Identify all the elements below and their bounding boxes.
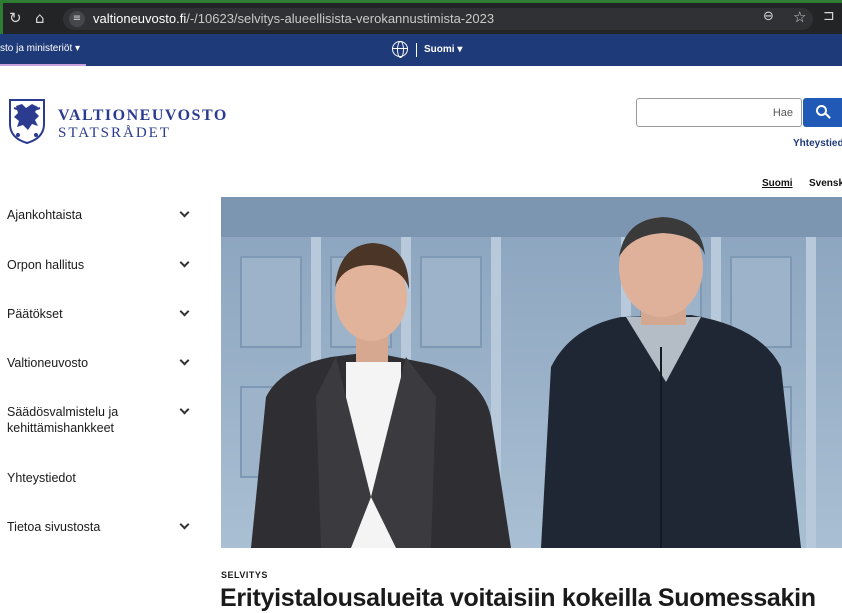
- sidebar-item-label: Päätökset: [7, 307, 63, 321]
- url-text[interactable]: valtioneuvosto.fi/-/10623/selvitys-aluee…: [93, 11, 494, 26]
- star-icon[interactable]: ☆: [793, 8, 806, 26]
- language-selector[interactable]: Suomi ▾: [424, 44, 462, 55]
- browser-toolbar: ↻ ⌂ ≡ valtioneuvosto.fi/-/10623/selvitys…: [0, 0, 842, 34]
- chevron-down-icon[interactable]: [179, 306, 190, 317]
- language-link-finnish[interactable]: Suomi: [762, 178, 793, 189]
- sidebar-item-label: Ajankohtaista: [7, 208, 83, 222]
- sidebar-item-valtioneuvosto[interactable]: Valtioneuvosto: [7, 355, 197, 371]
- reload-icon[interactable]: ↻: [9, 9, 22, 27]
- sidebar-item-orpon-hallitus[interactable]: Orpon hallitus: [7, 257, 197, 273]
- divider: [416, 43, 417, 57]
- site-top-bar: sto ja ministeriöt ▾ Suomi ▾: [0, 34, 842, 66]
- logo-text-swedish[interactable]: STATSRÅDET: [58, 125, 171, 142]
- article-headline: Erityistalousalueita voitaisiin kokeilla…: [220, 584, 816, 612]
- sidebar-item-tietoa-sivustosta[interactable]: Tietoa sivustosta: [7, 519, 197, 535]
- extensions-icon[interactable]: ⊐: [823, 8, 835, 24]
- sidebar-item-ajankohtaista[interactable]: Ajankohtaista: [7, 207, 197, 223]
- chevron-down-icon[interactable]: [179, 257, 190, 268]
- chevron-down-icon[interactable]: [179, 207, 190, 218]
- home-icon[interactable]: ⌂: [35, 9, 45, 27]
- search-button[interactable]: [803, 98, 842, 127]
- coat-of-arms-logo-icon[interactable]: [8, 96, 46, 144]
- sidebar-item-yhteystiedot[interactable]: Yhteystiedot: [7, 470, 197, 486]
- chevron-down-icon[interactable]: [179, 519, 190, 530]
- contact-link[interactable]: Yhteystiedot: [793, 138, 842, 149]
- sites-menu-underline: [0, 64, 86, 66]
- search-input[interactable]: [636, 98, 802, 127]
- sidebar-item-label: Säädösvalmistelu ja kehittämishankkeet: [7, 405, 119, 435]
- chevron-down-icon[interactable]: [179, 404, 190, 415]
- sidebar-item-label: Yhteystiedot: [7, 471, 76, 485]
- sidebar-item-paatokset[interactable]: Päätökset: [7, 306, 197, 322]
- chevron-down-icon[interactable]: [179, 355, 190, 366]
- address-bar[interactable]: ≡ valtioneuvosto.fi/-/10623/selvitys-alu…: [63, 8, 813, 30]
- sites-menu[interactable]: sto ja ministeriöt ▾: [0, 43, 80, 54]
- hero-photo: [221, 197, 842, 548]
- search-icon-handle: [825, 113, 831, 119]
- url-host: valtioneuvosto.fi: [93, 11, 187, 26]
- sidebar-item-label: Valtioneuvosto: [7, 356, 89, 370]
- sidebar-item-saadosvalmistelu[interactable]: Säädösvalmistelu ja kehittämishankkeet: [7, 404, 197, 436]
- url-path: /-/10623/selvitys-alueellisista-verokann…: [186, 11, 495, 26]
- article-category: SELVITYS: [221, 570, 268, 580]
- sidebar-item-label: Tietoa sivustosta: [7, 520, 101, 534]
- language-link-swedish[interactable]: Svenska: [809, 178, 842, 189]
- logo-text-finnish[interactable]: VALTIONEUVOSTO: [58, 107, 228, 125]
- sidebar-item-label: Orpon hallitus: [7, 258, 85, 272]
- site-info-icon[interactable]: ≡: [69, 11, 85, 27]
- globe-icon: [392, 41, 408, 58]
- zoom-icon[interactable]: ⊖: [763, 9, 774, 24]
